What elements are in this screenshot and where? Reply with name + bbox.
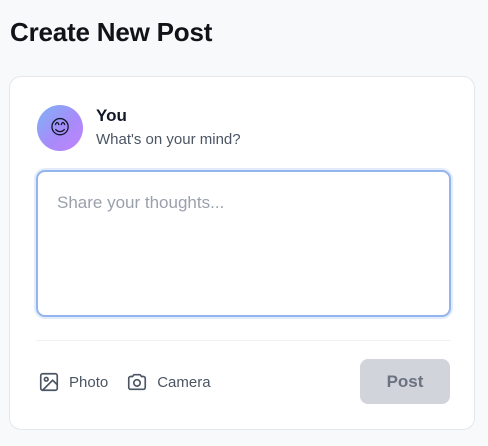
author-name: You	[96, 106, 127, 125]
image-icon	[39, 372, 59, 392]
photo-button[interactable]: Photo	[38, 371, 108, 393]
post-button[interactable]: Post	[360, 359, 450, 404]
author-prompt: What's on your mind?	[96, 131, 241, 148]
camera-label: Camera	[157, 373, 211, 391]
create-post-card: 😊 You What's on your mind? Photo Camera …	[9, 76, 475, 430]
avatar: 😊	[37, 105, 83, 151]
attachment-actions: Photo Camera	[38, 371, 229, 393]
camera-icon	[128, 373, 147, 391]
author-info: You What's on your mind?	[96, 105, 241, 151]
photo-label: Photo	[69, 373, 109, 391]
camera-button[interactable]: Camera	[126, 371, 211, 393]
smiley-emoji-icon: 😊	[49, 117, 71, 139]
page-title: Create New Post	[10, 17, 213, 47]
author-row: 😊 You What's on your mind?	[37, 105, 241, 151]
divider	[36, 340, 450, 341]
post-content-input[interactable]	[36, 170, 451, 317]
